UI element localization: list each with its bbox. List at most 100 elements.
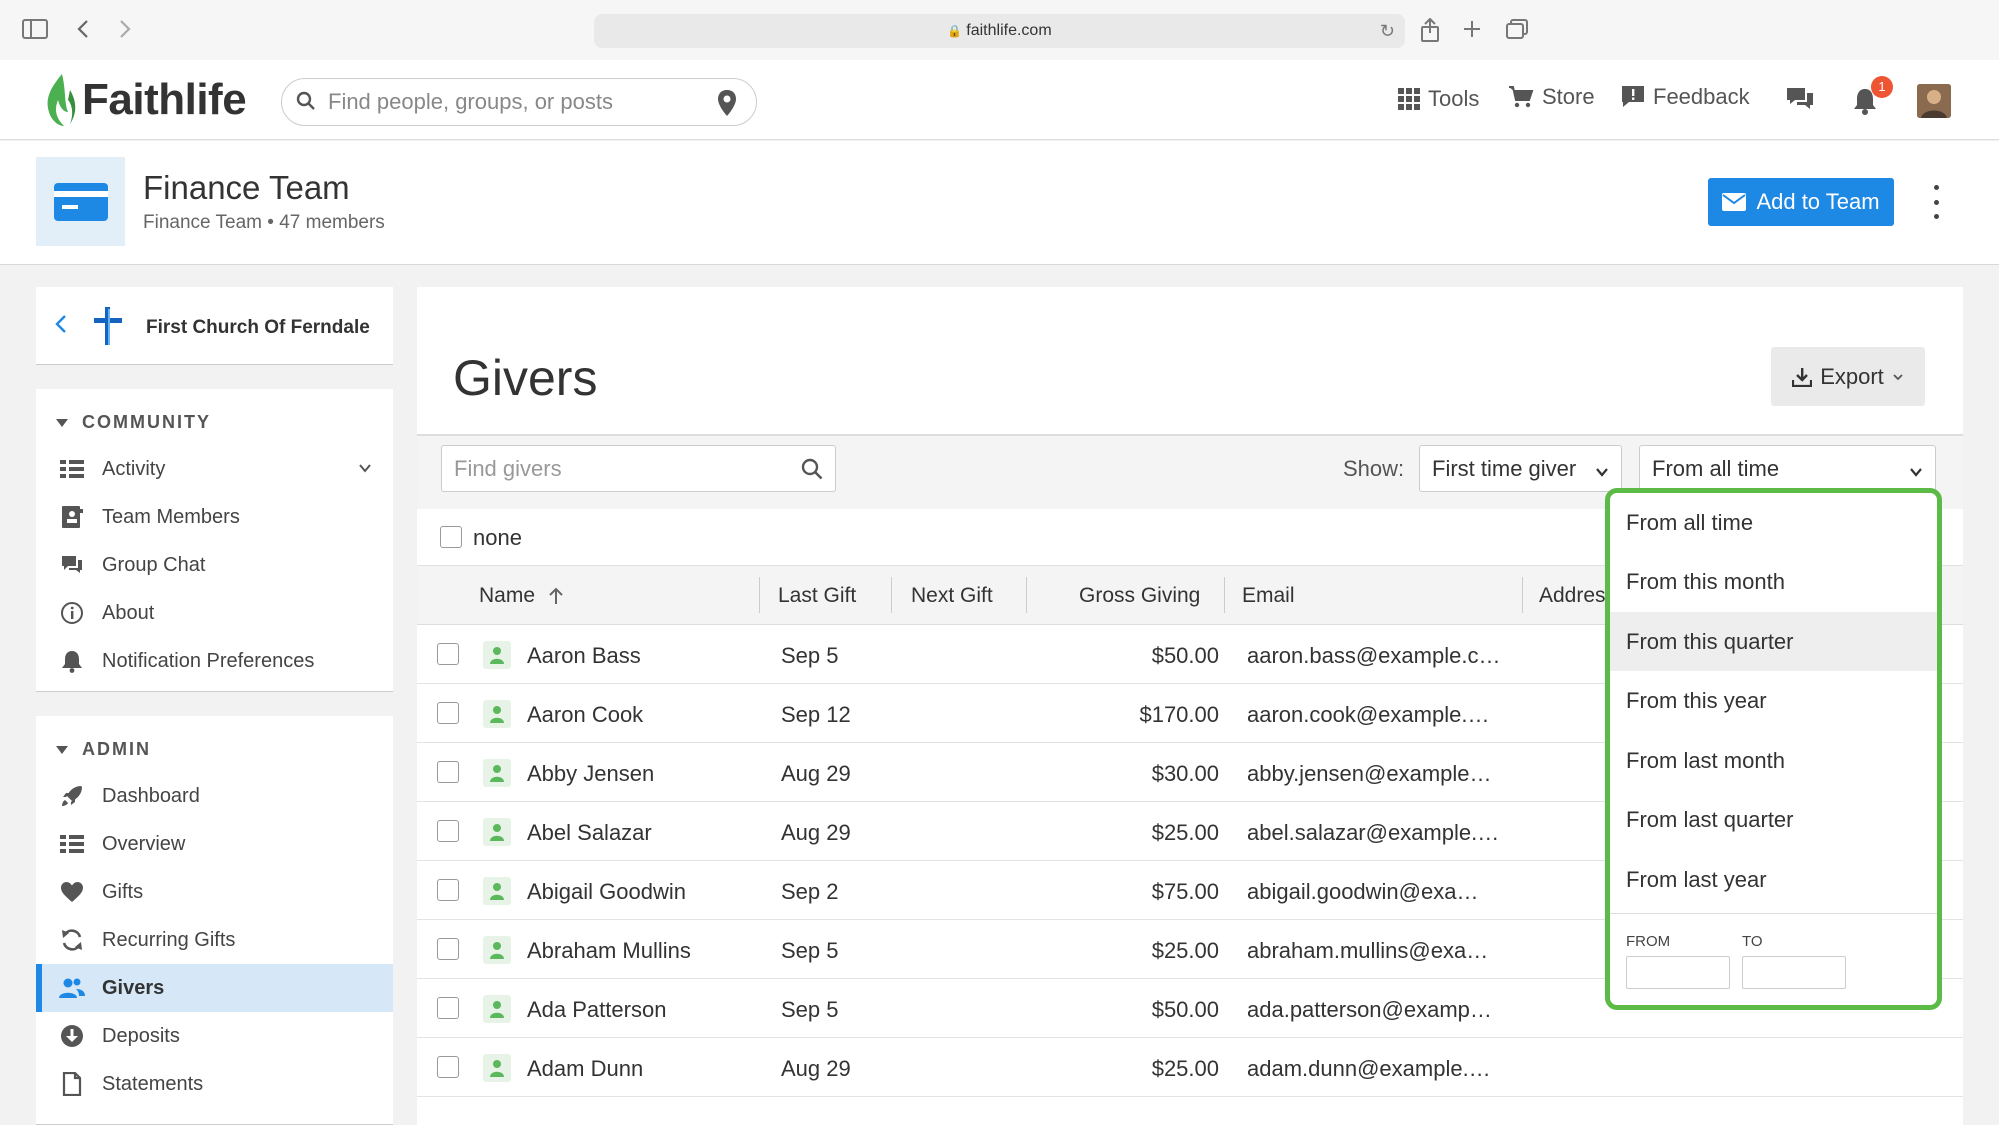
select-all-checkbox[interactable] — [440, 526, 462, 548]
row-checkbox[interactable] — [437, 820, 459, 842]
giver-email[interactable]: abraham.mullins@exa… — [1247, 938, 1488, 964]
date-range-option[interactable]: From last month — [1610, 731, 1937, 790]
column-email[interactable]: Email — [1242, 566, 1295, 625]
community-heading[interactable]: COMMUNITY — [56, 412, 211, 433]
sidebar-item-label: Givers — [102, 976, 165, 999]
global-search-input[interactable] — [328, 87, 688, 117]
find-givers-search[interactable] — [441, 445, 836, 492]
more-options-icon[interactable] — [1932, 185, 1940, 219]
column-gross-giving-label: Gross Giving — [1079, 583, 1201, 607]
address-bar[interactable]: 🔒 faithlife.com ↻ — [594, 14, 1405, 48]
giver-email[interactable]: aaron.bass@example.c… — [1247, 643, 1500, 669]
sidebar-toggle-icon[interactable] — [22, 18, 48, 45]
giver-name[interactable]: Abigail Goodwin — [527, 879, 686, 905]
sidebar-item-recurring-gifts[interactable]: Recurring Gifts — [36, 916, 393, 964]
from-date-input[interactable] — [1626, 956, 1730, 989]
giver-email[interactable]: adam.dunn@example.… — [1247, 1056, 1491, 1082]
export-button[interactable]: Export — [1771, 347, 1925, 406]
back-icon[interactable] — [76, 18, 90, 45]
column-last-gift[interactable]: Last Gift — [778, 566, 856, 625]
store-nav[interactable]: Store — [1508, 84, 1595, 110]
select-all-label: none — [473, 525, 522, 550]
giver-email[interactable]: abby.jensen@example… — [1247, 761, 1492, 787]
last-gift-date: Aug 29 — [781, 1056, 851, 1081]
tools-nav[interactable]: Tools — [1398, 86, 1479, 112]
row-checkbox[interactable] — [437, 761, 459, 783]
giver-name[interactable]: Abel Salazar — [527, 820, 652, 846]
sidebar-item-team-members[interactable]: Team Members — [36, 493, 393, 541]
giver-name[interactable]: Abby Jensen — [527, 761, 654, 787]
date-range-option[interactable]: From this quarter — [1610, 612, 1937, 671]
admin-heading[interactable]: ADMIN — [56, 739, 151, 760]
giver-email[interactable]: aaron.cook@example.… — [1247, 702, 1489, 728]
add-to-team-button[interactable]: Add to Team — [1708, 178, 1894, 226]
credit-card-icon — [53, 182, 108, 221]
row-checkbox[interactable] — [437, 997, 459, 1019]
column-next-gift-label: Next Gift — [911, 583, 993, 607]
sidebar-item-givers[interactable]: Givers — [36, 964, 393, 1012]
giver-email[interactable]: abel.salazar@example.… — [1247, 820, 1499, 846]
tabs-overview-icon[interactable] — [1505, 18, 1529, 45]
date-range-option[interactable]: From this month — [1610, 553, 1937, 612]
date-range-option[interactable]: From this year — [1610, 672, 1937, 731]
sidebar-item-about[interactable]: About — [36, 589, 393, 637]
row-checkbox[interactable] — [437, 879, 459, 901]
admin-heading-label: ADMIN — [82, 739, 151, 759]
user-avatar[interactable] — [1917, 84, 1951, 118]
group-title[interactable]: Finance Team — [143, 169, 350, 207]
reload-icon[interactable]: ↻ — [1380, 14, 1395, 48]
row-checkbox[interactable] — [437, 702, 459, 724]
giver-type-select[interactable]: First time giver — [1419, 445, 1622, 492]
share-icon[interactable] — [1420, 17, 1440, 47]
row-checkbox[interactable] — [437, 938, 459, 960]
sidebar-item-dashboard[interactable]: Dashboard — [36, 772, 393, 820]
find-givers-input[interactable] — [454, 454, 784, 484]
store-label: Store — [1542, 84, 1595, 109]
back-chevron-icon[interactable] — [54, 313, 68, 342]
giver-email[interactable]: ada.patterson@examp… — [1247, 997, 1492, 1023]
giver-name[interactable]: Aaron Cook — [527, 702, 643, 728]
column-next-gift[interactable]: Next Gift — [911, 566, 993, 625]
global-search[interactable] — [281, 78, 757, 126]
gross-giving-amount: $50.00 — [1151, 643, 1219, 668]
sort-ascending-icon[interactable] — [547, 586, 565, 606]
to-date-input[interactable] — [1742, 956, 1846, 989]
giver-name[interactable]: Abraham Mullins — [527, 938, 691, 964]
row-checkbox[interactable] — [437, 643, 459, 665]
column-name[interactable]: Name — [479, 566, 565, 625]
date-range-select[interactable]: From all time — [1639, 445, 1936, 492]
column-gross-giving[interactable]: Gross Giving — [1079, 566, 1200, 625]
chevron-down-icon[interactable] — [357, 459, 373, 482]
search-icon[interactable] — [801, 458, 823, 480]
chat-icon[interactable] — [1785, 86, 1815, 117]
feedback-nav[interactable]: Feedback — [1621, 84, 1750, 110]
giver-name[interactable]: Adam Dunn — [527, 1056, 643, 1082]
faithlife-logo[interactable]: Faithlife — [44, 70, 247, 130]
table-row[interactable]: Adam Dunn Aug 29 $25.00 adam.dunn@example.… — [417, 1038, 1963, 1097]
sidebar-item-label: Statements — [102, 1072, 204, 1095]
location-pin-icon[interactable] — [716, 89, 738, 117]
browser-toolbar: 🔒 faithlife.com ↻ — [0, 0, 1999, 60]
sidebar-item-activity[interactable]: Activity — [36, 445, 393, 493]
church-name[interactable]: First Church Of Ferndale — [146, 317, 370, 339]
person-icon — [483, 995, 511, 1023]
person-icon — [483, 1054, 511, 1082]
gross-giving-amount: $30.00 — [1151, 761, 1219, 786]
sidebar-item-group-chat[interactable]: Group Chat — [36, 541, 393, 589]
giver-name[interactable]: Ada Patterson — [527, 997, 666, 1023]
giver-email[interactable]: abigail.goodwin@exa… — [1247, 879, 1478, 905]
date-range-option[interactable]: From last year — [1610, 850, 1937, 909]
new-tab-icon[interactable] — [1462, 18, 1482, 45]
date-range-option[interactable]: From all time — [1610, 493, 1937, 552]
forward-icon[interactable] — [118, 18, 132, 45]
sidebar-item-notification-preferences[interactable]: Notification Preferences — [36, 637, 393, 685]
sidebar-item-overview[interactable]: Overview — [36, 820, 393, 868]
date-range-option[interactable]: From last quarter — [1610, 791, 1937, 850]
sidebar-item-deposits[interactable]: Deposits — [36, 1012, 393, 1060]
giver-name[interactable]: Aaron Bass — [527, 643, 641, 669]
sidebar-item-gifts[interactable]: Gifts — [36, 868, 393, 916]
member-book-icon — [58, 503, 86, 531]
church-card[interactable]: First Church Of Ferndale — [36, 287, 393, 365]
sidebar-item-statements[interactable]: Statements — [36, 1060, 393, 1108]
row-checkbox[interactable] — [437, 1056, 459, 1078]
